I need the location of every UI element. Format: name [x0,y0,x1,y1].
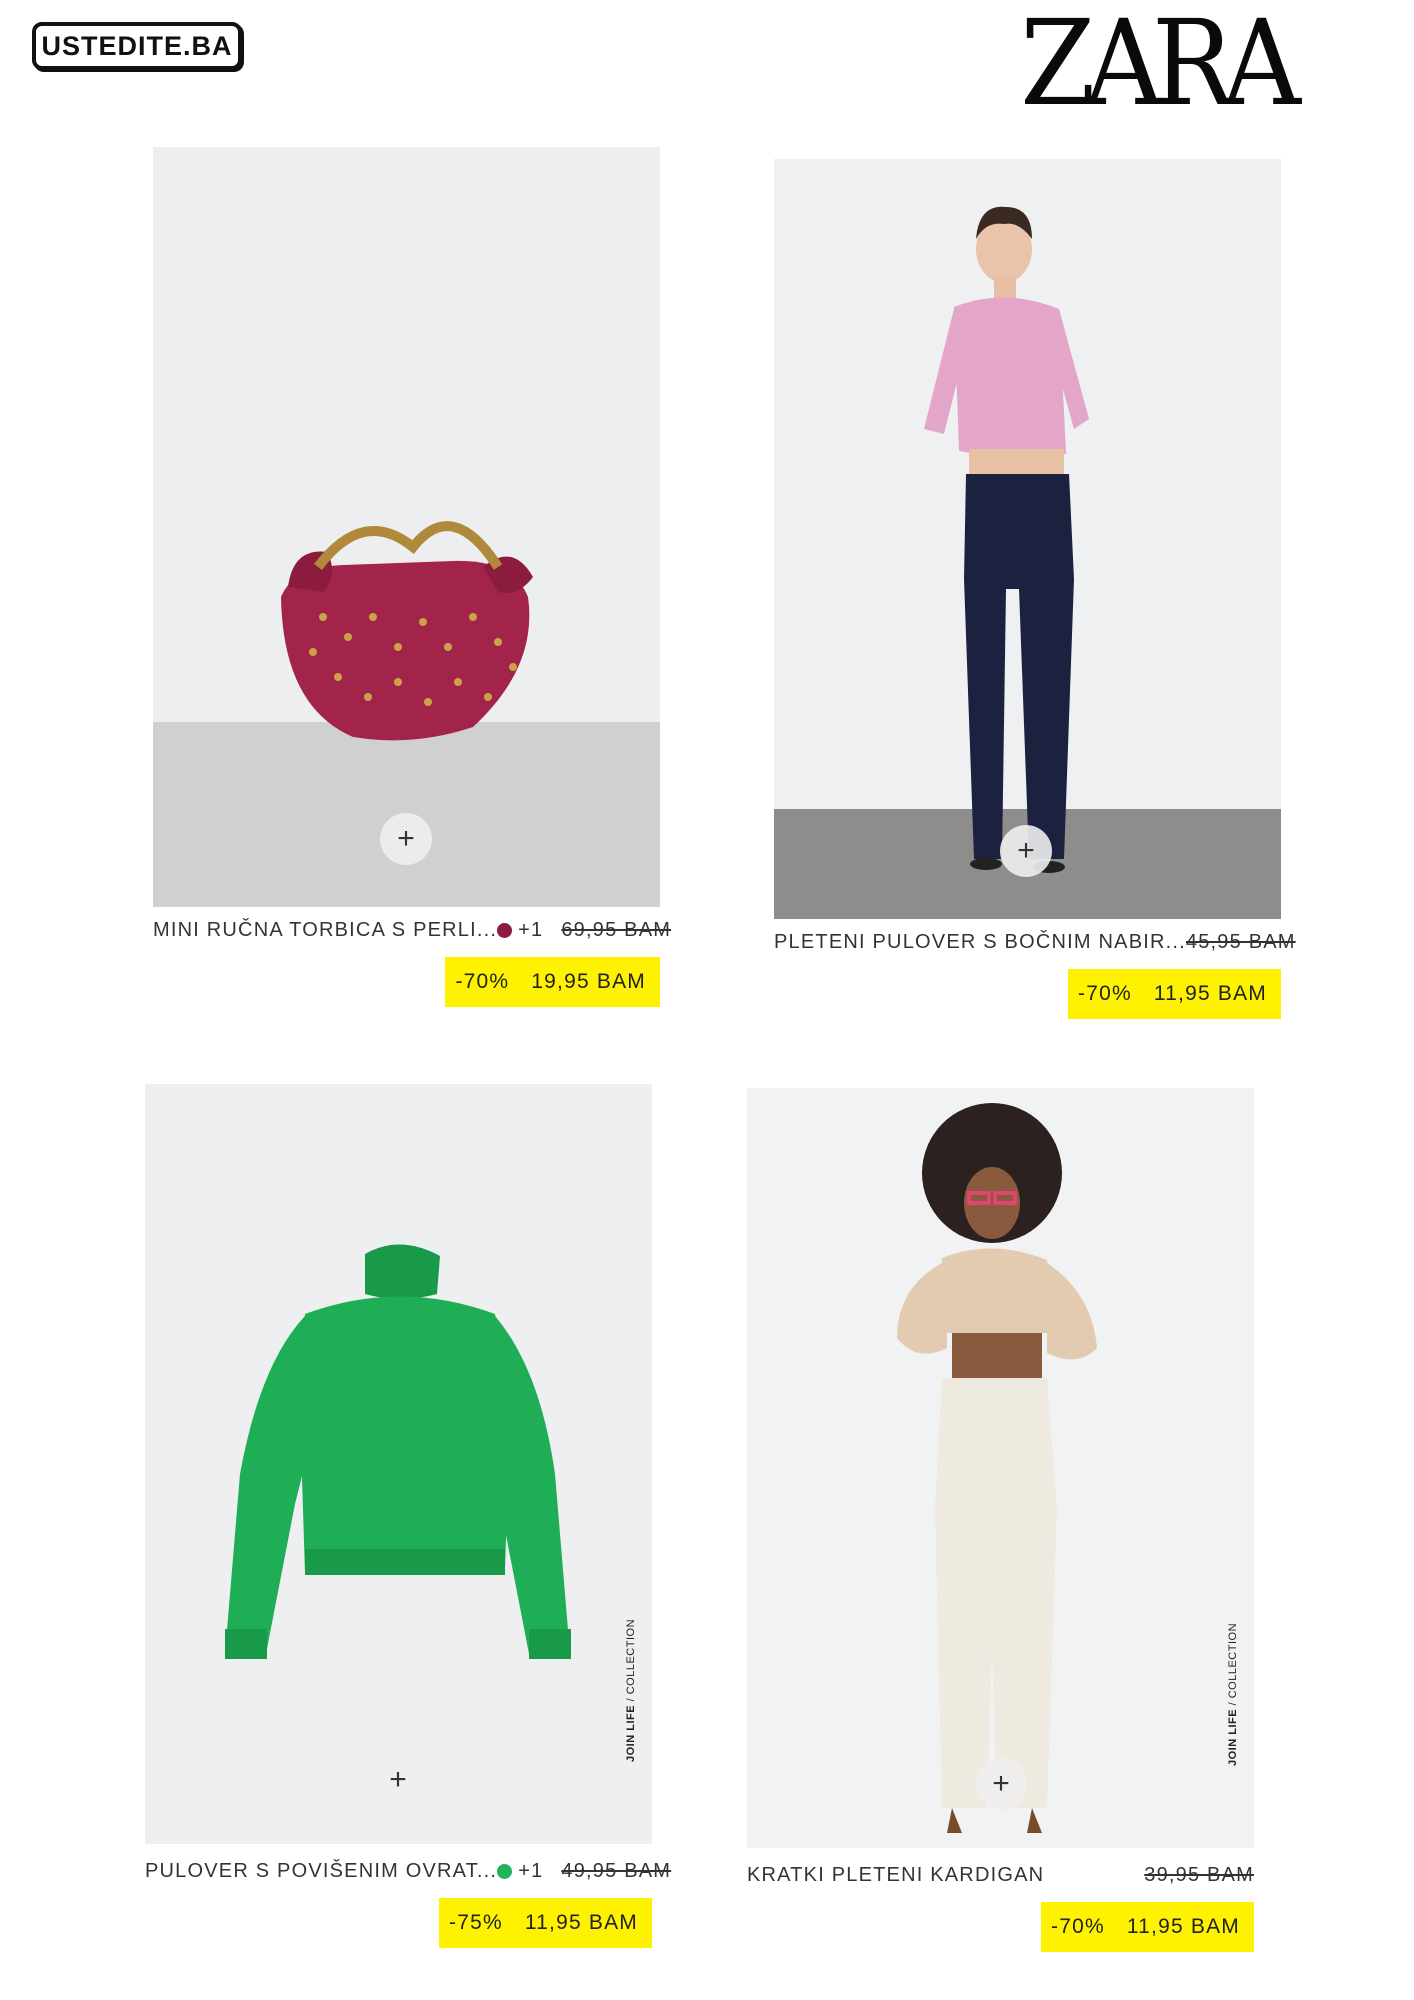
sale-price-tag: -70% 19,95 BAM [445,957,660,1007]
product-name[interactable]: PLETENI PULOVER S BOČNIM NABIR... [774,931,1186,954]
original-price: 49,95 BAM [561,1859,672,1882]
product-info-row: PLETENI PULOVER S BOČNIM NABIR... 45,95 … [774,929,1294,955]
color-dot [497,1863,513,1879]
ustedite-logo[interactable]: USTEDITE.BA [32,22,242,70]
sale-price-tag: -75% 11,95 BAM [439,1898,652,1948]
sale-price: 11,95 BAM [524,1911,638,1934]
join-life-badge: JOIN LIFE / COLLECTION [1227,1622,1239,1766]
product-info-row: KRATKI PLETENI KARDIGAN 39,95 BAM [747,1862,1254,1888]
color-swatch[interactable]: +1 [497,919,543,942]
sale-price-tag: -70% 11,95 BAM [1068,969,1281,1019]
add-to-cart-button[interactable]: + [1000,825,1052,877]
add-to-cart-button[interactable]: + [380,813,432,865]
product-card-pink-sweater[interactable]: + PLETENI PULOVER S BOČNIM NABIR... 45,9… [774,159,1294,1019]
product-image-pink-sweater[interactable]: + [774,159,1281,919]
sale-price: 11,95 BAM [1153,982,1267,1005]
product-name[interactable]: PULOVER S POVIŠENIM OVRAT... [145,1860,497,1883]
product-card-cardigan[interactable]: JOIN LIFE / COLLECTION + KRATKI PLETENI … [747,1088,1254,1958]
original-price: 45,95 BAM [1185,930,1296,953]
product-info-row: MINI RUČNA TORBICA S PERLI... +1 69,95 B… [153,917,670,943]
more-colors-count: +1 [518,1859,544,1882]
discount-percent: -75% [449,1911,503,1934]
add-to-cart-button[interactable]: + [975,1758,1027,1810]
product-info-row: PULOVER S POVIŠENIM OVRAT... +1 49,95 BA… [145,1858,670,1884]
product-name[interactable]: KRATKI PLETENI KARDIGAN [747,1864,1044,1887]
sale-price-tag: -70% 11,95 BAM [1041,1902,1254,1952]
color-swatch[interactable]: +1 [497,1860,543,1883]
product-image-green-sweater[interactable]: JOIN LIFE / COLLECTION + [145,1084,652,1844]
join-life-badge: JOIN LIFE / COLLECTION [625,1618,637,1762]
more-colors-count: +1 [518,918,544,941]
original-price: 39,95 BAM [1144,1863,1254,1886]
product-card-bag[interactable]: + MINI RUČNA TORBICA S PERLI... +1 69,95… [153,147,670,1007]
sale-price: 19,95 BAM [531,970,646,993]
product-image-bag[interactable]: + [153,147,660,907]
discount-percent: -70% [1051,1915,1105,1938]
zara-logo[interactable]: ZARA [1020,0,1301,132]
original-price: 69,95 BAM [561,918,672,941]
sale-price: 11,95 BAM [1126,1915,1240,1938]
discount-percent: -70% [455,970,510,993]
discount-percent: -70% [1078,982,1132,1005]
product-name[interactable]: MINI RUČNA TORBICA S PERLI... [153,919,497,942]
add-to-cart-button[interactable]: + [372,1754,424,1806]
color-dot [497,922,513,938]
product-card-green-sweater[interactable]: JOIN LIFE / COLLECTION + PULOVER S POVIŠ… [145,1084,670,1954]
product-image-cardigan[interactable]: JOIN LIFE / COLLECTION + [747,1088,1254,1848]
